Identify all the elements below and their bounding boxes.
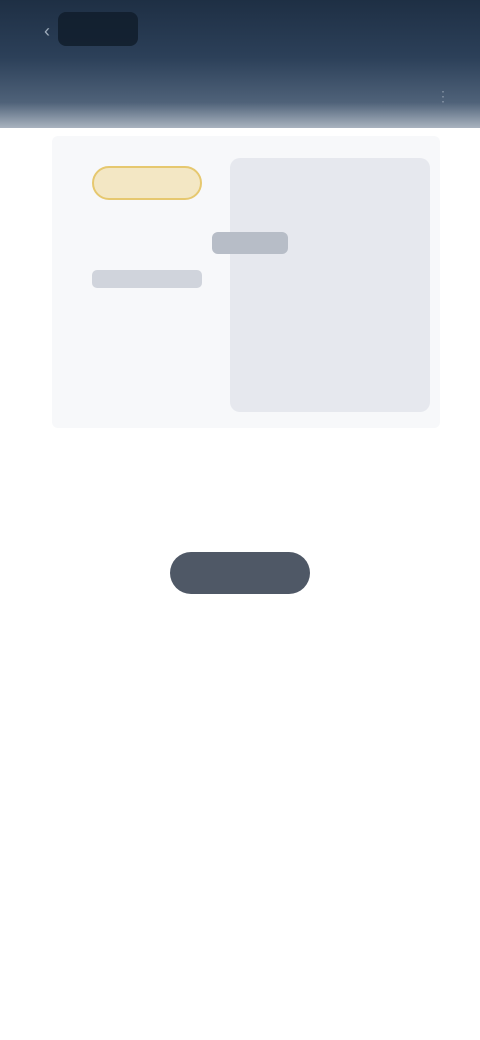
- footer-link[interactable]: [160, 968, 320, 992]
- empty-state-illustration: [52, 136, 440, 428]
- illustration-card: [230, 158, 430, 412]
- app-header: ‹ ⋮: [0, 0, 480, 128]
- primary-action-button[interactable]: [170, 552, 310, 594]
- app-logo: [58, 12, 138, 46]
- illustration-caption: [92, 270, 202, 288]
- more-icon[interactable]: ⋮: [436, 88, 456, 108]
- illustration-badge: [92, 166, 202, 200]
- header-action-link[interactable]: [352, 22, 442, 40]
- illustration-label: [212, 232, 288, 254]
- header-subtitle: [24, 94, 244, 110]
- chevron-left-icon[interactable]: ‹: [34, 18, 60, 44]
